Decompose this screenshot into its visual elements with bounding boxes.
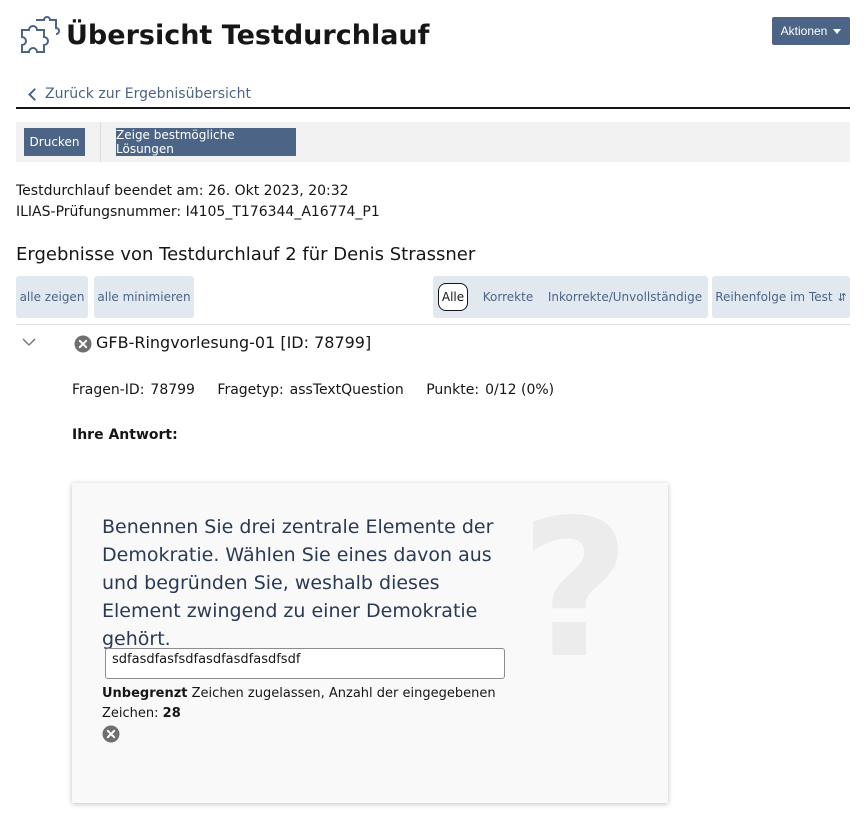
sort-order-button[interactable]: Reihenfolge im Test ⇵: [712, 276, 850, 318]
incorrect-status-icon: [74, 335, 92, 353]
toolbar-separator: [100, 122, 101, 162]
show-best-solutions-button[interactable]: Zeige bestmögliche Lösungen: [116, 128, 296, 156]
minimize-all-button[interactable]: alle minimieren: [94, 276, 194, 318]
divider: [16, 324, 850, 325]
question-type-label: Fragetyp:: [217, 382, 284, 398]
question-id-value: 78799: [150, 382, 195, 398]
show-all-button[interactable]: alle zeigen: [16, 276, 88, 318]
caret-down-icon: [833, 28, 842, 34]
puzzle-icon: [16, 16, 60, 60]
results-title: Ergebnisse von Testdurchlauf 2 für Denis…: [16, 244, 476, 265]
filter-mode-group: Alle Korrekte Inkorrekte/Unvollständige: [433, 276, 708, 318]
collapse-toggle-chevron-icon[interactable]: [22, 334, 36, 348]
question-text: Benennen Sie drei zentrale Elemente der …: [102, 516, 494, 650]
filter-incorrect-button[interactable]: Inkorrekte/Unvollständige: [545, 276, 705, 318]
back-navigation-bar: Zurück zur Ergebnisübersicht: [16, 84, 850, 109]
page-header: Übersicht Testdurchlauf Aktionen: [16, 16, 852, 60]
question-title: GFB-Ringvorlesung-01 [ID: 78799]: [96, 333, 372, 352]
points-label: Punkte:: [426, 382, 480, 398]
view-controls: alle zeigen alle minimieren Alle Korrekt…: [16, 276, 850, 318]
toolbar: Drucken Zeige bestmögliche Lösungen: [16, 122, 850, 162]
answer-text-field[interactable]: sdfasdfasfsdfasdfasdfasdfsdf: [105, 648, 505, 679]
char-count-value: 28: [162, 706, 181, 721]
actions-dropdown-button[interactable]: Aktionen: [772, 17, 850, 45]
char-limit-value: Unbegrenzt: [102, 686, 188, 701]
character-count-info: Unbegrenzt Zeichen zugelassen, Anzahl de…: [102, 684, 522, 724]
page-title: Übersicht Testdurchlauf: [66, 20, 430, 51]
finished-date-text: Testdurchlauf beendet am: 26. Okt 2023, …: [16, 183, 349, 199]
sort-arrows-icon: ⇵: [837, 290, 847, 304]
filter-all-button[interactable]: Alle: [438, 283, 468, 311]
back-link-label: Zurück zur Ergebnisübersicht: [45, 86, 251, 102]
back-to-results-link[interactable]: Zurück zur Ergebnisübersicht: [28, 86, 251, 102]
filter-correct-button[interactable]: Korrekte: [477, 276, 539, 318]
question-type-value: assTextQuestion: [289, 382, 404, 398]
incorrect-answer-icon: [102, 725, 120, 743]
your-answer-label: Ihre Antwort:: [72, 427, 178, 443]
actions-label: Aktionen: [780, 24, 828, 38]
points-value: 0/12 (0%): [485, 382, 555, 398]
chevron-left-icon: [28, 87, 41, 101]
question-meta: Fragen-ID: 78799 Fragetyp: assTextQuestion…: [72, 382, 572, 398]
print-button[interactable]: Drucken: [24, 128, 85, 156]
exam-number-text: ILIAS-Prüfungsnummer: I4105_T176344_A167…: [16, 204, 380, 220]
answer-card: ? Benennen Sie drei zentrale Elemente de…: [72, 483, 668, 803]
question-mark-watermark-icon: ?: [520, 479, 631, 700]
sort-order-label: Reihenfolge im Test: [715, 290, 833, 304]
question-id-label: Fragen-ID:: [72, 382, 145, 398]
